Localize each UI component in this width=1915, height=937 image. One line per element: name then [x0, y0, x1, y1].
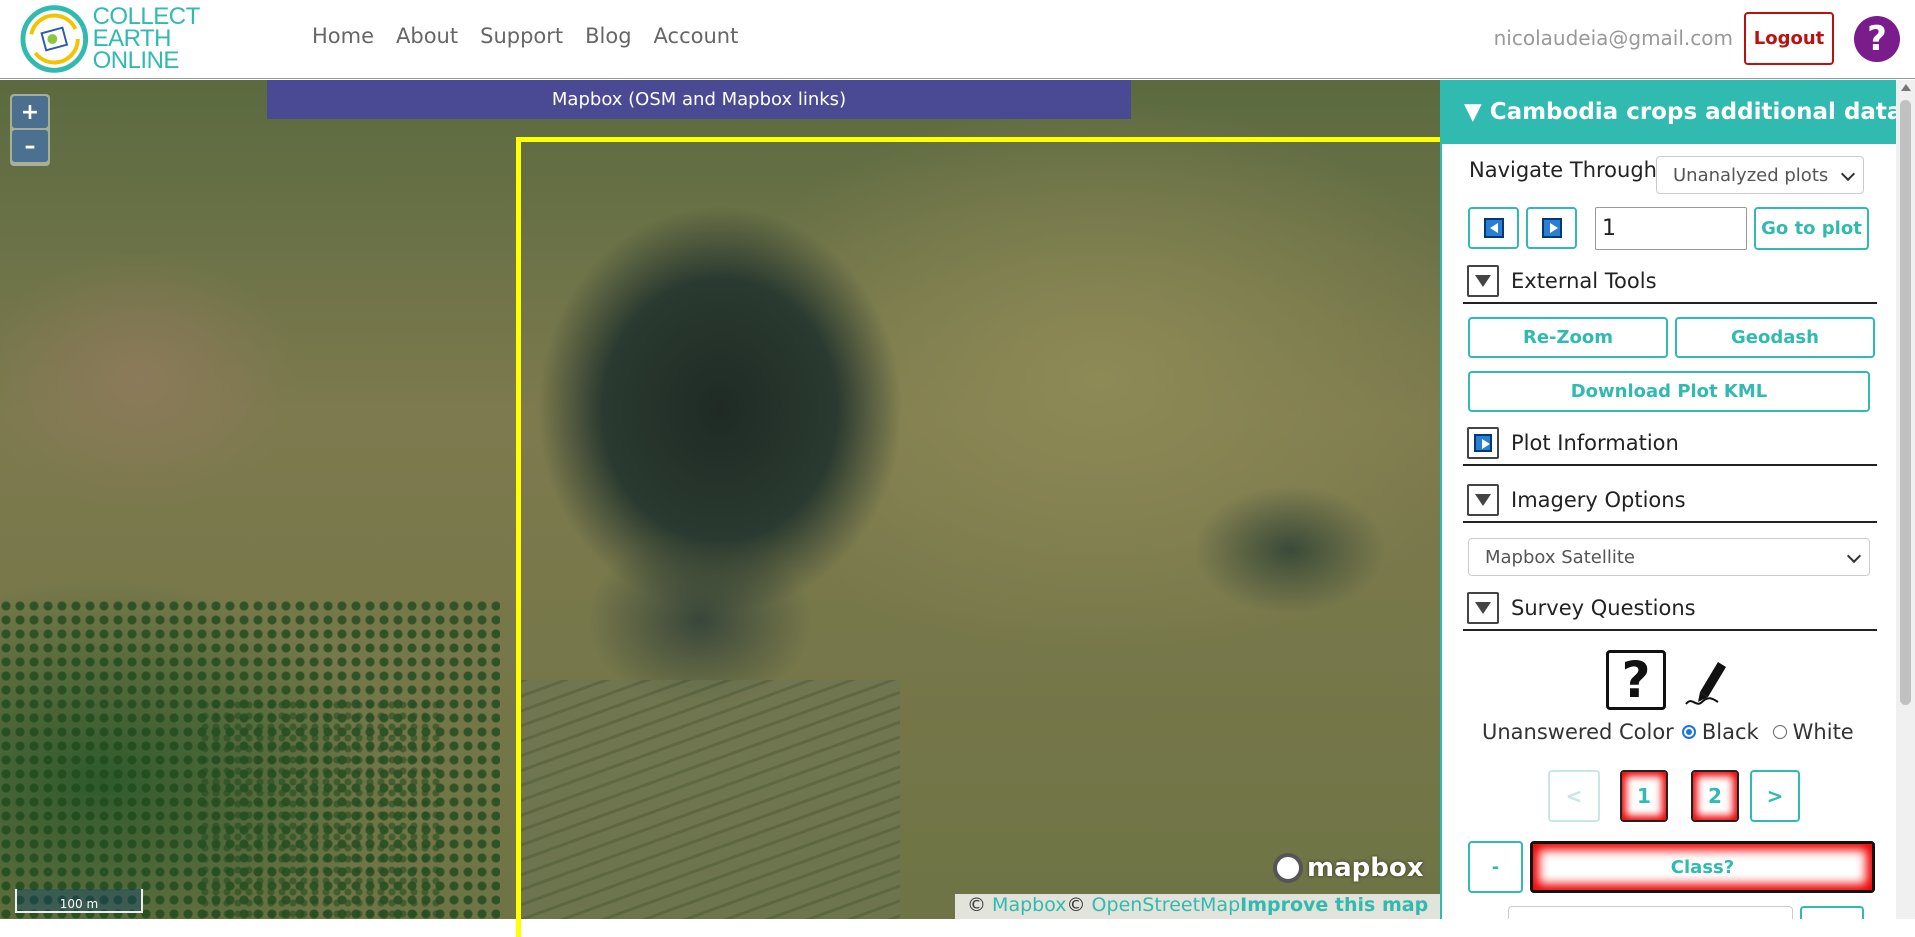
imagery-attribution-banner: Mapbox (OSM and Mapbox links) [267, 80, 1131, 119]
nav-about-link[interactable]: About [396, 24, 458, 48]
survey-questions-section-header[interactable]: Survey Questions [1463, 587, 1877, 631]
panel-scrollbar[interactable] [1896, 80, 1915, 919]
collapse-question-button[interactable]: - [1468, 841, 1523, 893]
top-navbar: COLLECT EARTH ONLINE Home About Support … [0, 0, 1915, 79]
logo-line-1: COLLECT EARTH [92, 3, 200, 52]
chevron-down-icon [1840, 166, 1856, 182]
question-mode-icon[interactable]: ? [1606, 650, 1666, 710]
plot-number-input[interactable] [1595, 207, 1747, 250]
scrollbar-thumb[interactable] [1900, 100, 1911, 705]
scroll-up-icon[interactable] [1901, 84, 1911, 91]
expand-toggle-icon [1467, 427, 1499, 459]
imagery-select-value: Mapbox Satellite [1485, 546, 1635, 568]
project-title-header[interactable]: ▼ Cambodia crops additional data c... [1442, 80, 1896, 144]
zoom-control: + – [10, 94, 50, 166]
expand-arrow-icon [1474, 434, 1492, 452]
mapbox-logo-text: mapbox [1307, 853, 1424, 883]
nav-support-link[interactable]: Support [480, 24, 563, 48]
download-plot-kml-button[interactable]: Download Plot KML [1468, 371, 1870, 412]
geodash-button[interactable]: Geodash [1675, 317, 1875, 358]
nav-home-link[interactable]: Home [312, 24, 374, 48]
next-arrow-icon [1541, 218, 1562, 238]
globe-logo-icon [20, 5, 89, 73]
go-to-plot-button[interactable]: Go to plot [1754, 207, 1869, 250]
next-plot-button[interactable] [1526, 207, 1577, 249]
user-email: nicolaudeia@gmail.com [1493, 26, 1733, 50]
collection-side-panel: ▼ Cambodia crops additional data c... Na… [1440, 80, 1896, 919]
zoom-out-button[interactable]: – [12, 130, 48, 162]
logout-button[interactable]: Logout [1744, 12, 1834, 65]
nav-blog-link[interactable]: Blog [585, 24, 631, 48]
help-question-icon[interactable]: ? [1854, 16, 1900, 62]
next-page-button[interactable]: > [1750, 770, 1800, 822]
map-attribution: © Mapbox© OpenStreetMapImprove this map [955, 894, 1440, 919]
imagery-options-title: Imagery Options [1511, 488, 1686, 512]
navigate-through-select[interactable]: Unanalyzed plots [1656, 156, 1864, 194]
external-tools-title: External Tools [1511, 269, 1657, 293]
collapse-toggle-icon [1467, 484, 1499, 516]
draw-pen-icon[interactable] [1682, 652, 1730, 708]
external-tools-section-header[interactable]: External Tools [1463, 260, 1877, 304]
navigate-select-value: Unanalyzed plots [1673, 164, 1829, 186]
answer-button-partial[interactable] [1800, 906, 1864, 919]
unanswered-color-row: Unanswered Color Black White [1482, 720, 1854, 744]
previous-arrow-icon [1483, 218, 1504, 238]
logo-line-2: ONLINE [92, 47, 180, 74]
previous-page-button[interactable]: < [1548, 770, 1600, 822]
main-nav: Home About Support Blog Account [312, 24, 760, 48]
improve-map-link[interactable]: Improve this map [1240, 894, 1428, 916]
map-imagery-texture [200, 700, 440, 919]
answer-option-partial[interactable] [1508, 906, 1793, 919]
previous-plot-button[interactable] [1468, 207, 1519, 249]
question-page-2-button[interactable]: 2 [1691, 770, 1739, 822]
plot-boundary [516, 137, 1476, 937]
white-radio-label: White [1792, 720, 1854, 744]
class-question-button[interactable]: Class? [1530, 841, 1875, 893]
unanswered-color-label: Unanswered Color [1482, 720, 1674, 744]
nav-account-link[interactable]: Account [654, 24, 739, 48]
osm-attribution-link[interactable]: OpenStreetMap [1092, 894, 1241, 916]
chevron-down-icon [1846, 548, 1862, 564]
rezoom-button[interactable]: Re-Zoom [1468, 317, 1668, 358]
mapbox-attribution-link[interactable]: Mapbox [992, 894, 1066, 916]
question-page-1-button[interactable]: 1 [1620, 770, 1668, 822]
plot-information-section-header[interactable]: Plot Information [1463, 422, 1877, 466]
collapse-toggle-icon [1467, 592, 1499, 624]
mapbox-logo[interactable]: mapbox [1273, 853, 1424, 883]
map-scale-bar: 100 m [15, 889, 143, 913]
collect-earth-logo[interactable]: COLLECT EARTH ONLINE [20, 2, 280, 76]
copyright-symbol: © [1066, 894, 1092, 916]
imagery-options-section-header[interactable]: Imagery Options [1463, 479, 1877, 523]
zoom-in-button[interactable]: + [12, 96, 48, 128]
navigate-through-label: Navigate Through: [1469, 158, 1665, 182]
survey-questions-title: Survey Questions [1511, 596, 1696, 620]
logo-wordmark: COLLECT EARTH ONLINE [92, 3, 280, 74]
black-radio[interactable] [1681, 725, 1696, 739]
mapbox-logo-icon [1273, 853, 1303, 883]
white-radio[interactable] [1772, 725, 1787, 739]
copyright-symbol: © [967, 894, 993, 916]
collapse-toggle-icon [1467, 265, 1499, 297]
plot-information-title: Plot Information [1511, 431, 1679, 455]
imagery-source-select[interactable]: Mapbox Satellite [1468, 538, 1870, 576]
black-radio-label: Black [1701, 720, 1759, 744]
